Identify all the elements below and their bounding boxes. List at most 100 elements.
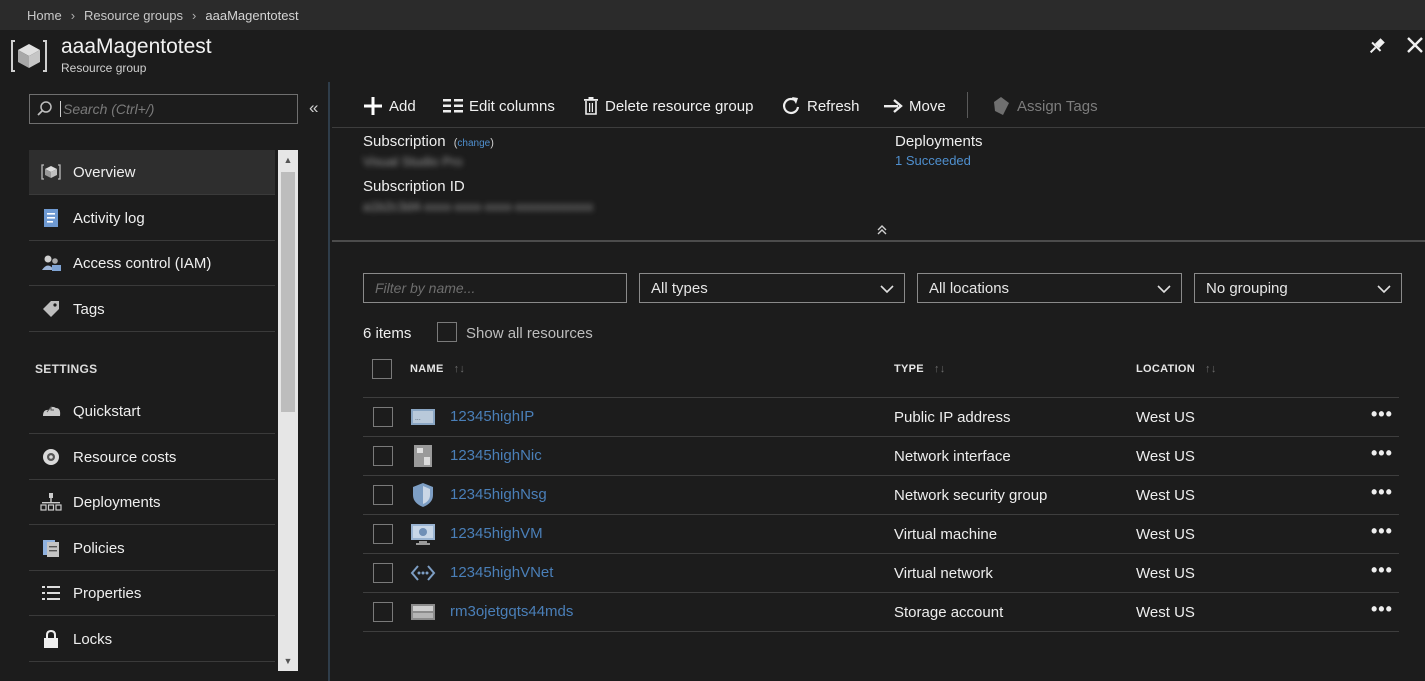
row-checkbox[interactable] — [373, 524, 393, 544]
scroll-up-arrow[interactable]: ▲ — [278, 150, 298, 170]
sidebar-scrollbar[interactable]: ▲ ▼ — [278, 150, 298, 671]
edit-columns-button[interactable]: Edit columns — [443, 93, 555, 119]
row-more-button[interactable]: ••• — [1371, 482, 1393, 503]
svg-text:...: ... — [415, 415, 421, 422]
resource-name-link[interactable]: 12345highVM — [450, 525, 543, 542]
breadcrumb-current: aaaMagentotest — [205, 7, 299, 23]
move-label: Move — [909, 97, 946, 115]
resource-name-link[interactable]: 12345highNic — [450, 447, 542, 464]
subscription-id-value: a1b2c3d4-xxxx-xxxx-xxxx-xxxxxxxxxxxx — [363, 199, 594, 214]
lock-icon — [29, 629, 73, 649]
vnet-icon — [410, 565, 436, 581]
tag-icon — [991, 96, 1011, 116]
move-button[interactable]: Move — [883, 93, 946, 119]
plus-icon — [363, 96, 383, 116]
sidebar-item-policies[interactable]: Policies — [29, 526, 275, 571]
resource-costs-icon — [29, 447, 73, 467]
assign-tags-button[interactable]: Assign Tags — [991, 93, 1098, 119]
collapse-essentials-icon[interactable] — [876, 224, 890, 238]
sidebar-item-label: Properties — [73, 584, 142, 602]
resource-location: West US — [1136, 487, 1195, 504]
pin-icon[interactable] — [1366, 36, 1388, 56]
deployments-icon — [29, 492, 73, 512]
refresh-label: Refresh — [807, 97, 860, 115]
resource-type: Storage account — [894, 604, 1004, 621]
nsg-shield-icon — [413, 483, 433, 507]
row-more-button[interactable]: ••• — [1371, 443, 1393, 464]
sidebar-item-label: Deployments — [73, 493, 161, 511]
row-more-button[interactable]: ••• — [1371, 599, 1393, 620]
row-checkbox[interactable] — [373, 446, 393, 466]
sidebar-item-access-control[interactable]: Access control (IAM) — [29, 241, 275, 286]
table-row[interactable]: ... 12345highIP Public IP address West U… — [363, 398, 1399, 437]
row-checkbox[interactable] — [373, 485, 393, 505]
resource-type: Network security group — [894, 487, 1048, 504]
types-dropdown[interactable]: All types — [639, 273, 905, 303]
delete-resource-group-label: Delete resource group — [605, 97, 754, 115]
locations-dropdown[interactable]: All locations — [917, 273, 1182, 303]
table-row[interactable]: 12345highNsg Network security group West… — [363, 476, 1399, 515]
delete-resource-group-button[interactable]: Delete resource group — [583, 93, 753, 119]
refresh-button[interactable]: Refresh — [781, 93, 860, 119]
storage-account-icon — [411, 604, 435, 620]
column-header-location[interactable]: LOCATION ↑↓ — [1136, 363, 1217, 375]
select-all-checkbox[interactable] — [372, 359, 392, 379]
sidebar-item-quickstart[interactable]: Quickstart — [29, 389, 275, 434]
column-header-type-label: TYPE — [894, 363, 924, 375]
sidebar-item-label: Access control (IAM) — [73, 254, 212, 272]
sidebar-item-properties[interactable]: Properties — [29, 571, 275, 616]
sidebar-item-label: Tags — [73, 300, 105, 318]
resource-name-link[interactable]: 12345highNsg — [450, 486, 547, 503]
sidebar-item-deployments[interactable]: Deployments — [29, 480, 275, 525]
subscription-label: Subscription — [363, 133, 446, 150]
sidebar-item-overview[interactable]: Overview — [29, 150, 275, 195]
row-more-button[interactable]: ••• — [1371, 521, 1393, 542]
subscription-row: Subscription (change) — [363, 133, 494, 150]
tag-icon — [29, 299, 73, 319]
column-header-name[interactable]: NAME ↑↓ — [410, 363, 465, 375]
sort-icon: ↑↓ — [453, 363, 466, 375]
chevron-down-icon — [1377, 285, 1391, 294]
table-row[interactable]: rm3ojetgqts44mds Storage account West US… — [363, 593, 1399, 632]
sidebar-item-locks[interactable]: Locks — [29, 617, 275, 662]
filter-by-name-input[interactable] — [375, 280, 615, 296]
row-checkbox[interactable] — [373, 407, 393, 427]
column-header-type[interactable]: TYPE ↑↓ — [894, 363, 946, 375]
search-input[interactable] — [60, 101, 280, 117]
close-icon[interactable] — [1404, 34, 1425, 56]
subscription-value: Visual Studio Pro — [363, 154, 463, 169]
breadcrumb-resource-groups[interactable]: Resource groups — [84, 8, 183, 23]
row-more-button[interactable]: ••• — [1371, 560, 1393, 581]
change-subscription-link[interactable]: change — [457, 138, 490, 149]
sidebar-item-tags[interactable]: Tags — [29, 287, 275, 332]
scrollbar-thumb[interactable] — [281, 172, 295, 412]
properties-icon — [29, 584, 73, 602]
scroll-down-arrow[interactable]: ▼ — [278, 651, 298, 671]
grouping-dropdown[interactable]: No grouping — [1194, 273, 1402, 303]
search-box[interactable] — [29, 94, 298, 124]
resource-name-link[interactable]: 12345highVNet — [450, 564, 553, 581]
trash-icon — [583, 97, 599, 115]
row-more-button[interactable]: ••• — [1371, 404, 1393, 425]
table-row[interactable]: 12345highNic Network interface West US •… — [363, 437, 1399, 476]
show-all-resources-checkbox[interactable] — [437, 322, 457, 342]
breadcrumb-home[interactable]: Home — [27, 8, 62, 23]
search-icon — [30, 95, 60, 123]
sidebar-item-activity-log[interactable]: Activity log — [29, 196, 275, 241]
resource-group-icon — [11, 40, 47, 72]
public-ip-icon: ... — [411, 409, 435, 425]
row-checkbox[interactable] — [373, 602, 393, 622]
chevron-down-icon — [1157, 285, 1171, 294]
table-row[interactable]: 12345highVM Virtual machine West US ••• — [363, 515, 1399, 554]
resource-name-link[interactable]: rm3ojetgqts44mds — [450, 603, 573, 620]
collapse-sidebar-button[interactable]: « — [309, 98, 327, 118]
sidebar-item-resource-costs[interactable]: Resource costs — [29, 435, 275, 480]
policies-icon — [29, 538, 73, 558]
row-checkbox[interactable] — [373, 563, 393, 583]
locations-dropdown-value: All locations — [929, 279, 1010, 297]
table-row[interactable]: 12345highVNet Virtual network West US ••… — [363, 554, 1399, 593]
resource-name-link[interactable]: 12345highIP — [450, 408, 534, 425]
deployments-link[interactable]: 1 Succeeded — [895, 153, 971, 168]
filter-by-name-box[interactable] — [363, 273, 627, 303]
add-button[interactable]: Add — [363, 93, 416, 119]
